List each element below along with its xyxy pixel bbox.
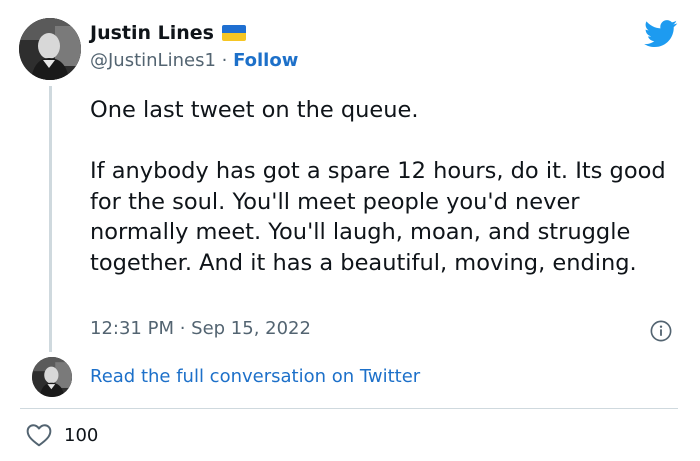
- avatar-photo: [32, 357, 72, 397]
- follow-link[interactable]: Follow: [233, 50, 298, 71]
- conversation-avatar[interactable]: [32, 357, 72, 397]
- author-avatar[interactable]: [19, 18, 81, 80]
- author-display-name[interactable]: Justin Lines: [90, 22, 214, 44]
- like-button[interactable]: 100: [26, 423, 98, 447]
- tweet-text: One last tweet on the queue. If anybody …: [90, 97, 666, 276]
- info-icon[interactable]: [650, 320, 672, 342]
- thread-connector-line: [49, 86, 52, 352]
- twitter-bird-icon[interactable]: [644, 20, 678, 48]
- author-handle[interactable]: @JustinLines1: [90, 50, 216, 71]
- author-name-row: Justin Lines: [90, 22, 246, 44]
- handle-separator: ·: [215, 50, 234, 71]
- heart-icon[interactable]: [26, 423, 52, 447]
- read-full-conversation-link[interactable]: Read the full conversation on Twitter: [90, 366, 420, 387]
- avatar-photo: [19, 18, 81, 80]
- author-handle-row: @JustinLines1 · Follow: [90, 50, 298, 71]
- like-count: 100: [64, 424, 99, 446]
- tweet-timestamp[interactable]: 12:31 PM · Sep 15, 2022: [90, 318, 311, 339]
- footer-divider: [20, 408, 678, 409]
- ukraine-flag-icon: [221, 25, 246, 41]
